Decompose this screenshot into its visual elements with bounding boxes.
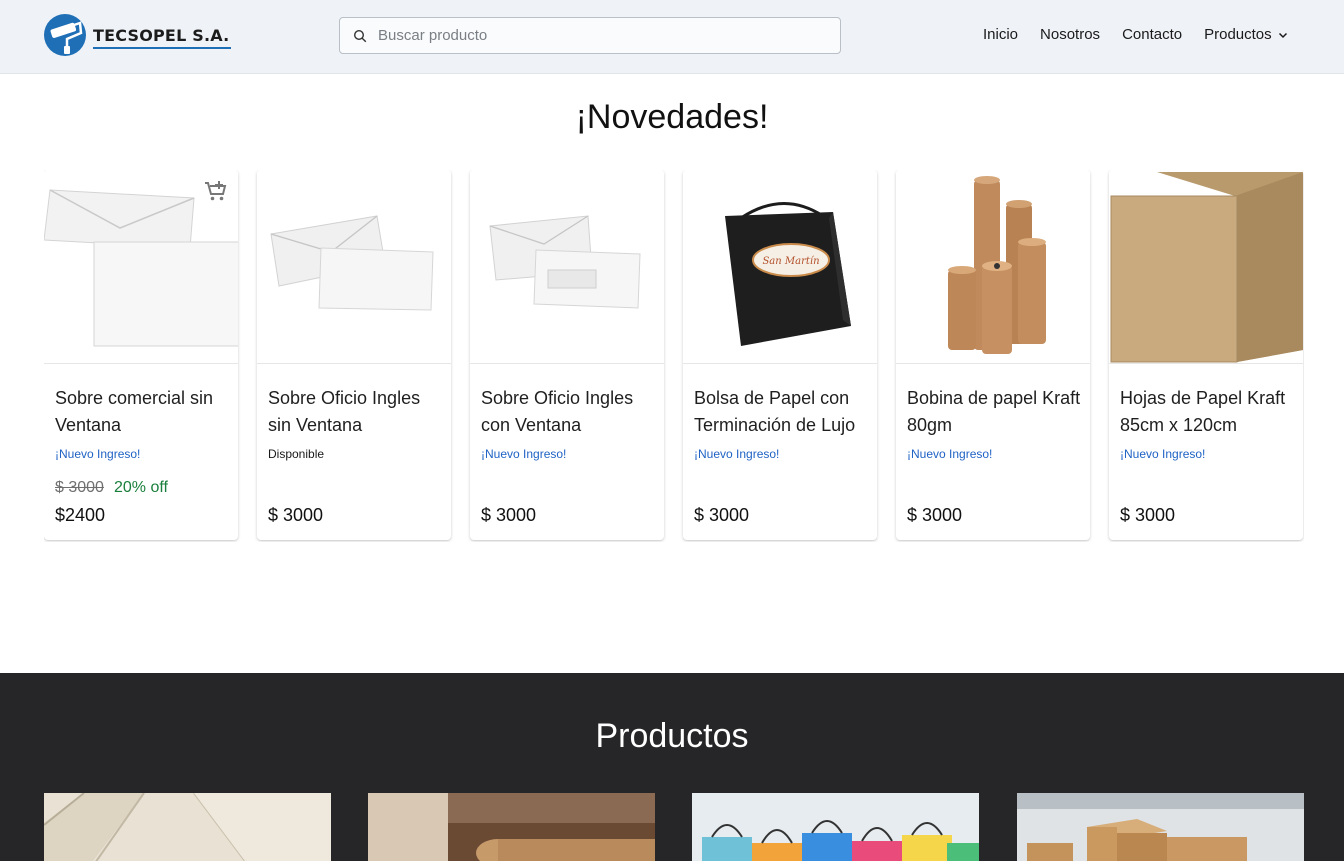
product-card[interactable]: Bobina de papel Kraft 80gm ¡Nuevo Ingres… (896, 170, 1090, 540)
product-price: $ 3000 (1120, 505, 1176, 525)
product-status: ¡Nuevo Ingreso! (1120, 447, 1206, 461)
product-title: Bobina de papel Kraft 80gm (907, 388, 1081, 435)
search-box[interactable] (339, 17, 841, 54)
nav-productos-label: Productos (1204, 26, 1272, 43)
nav-productos-dropdown[interactable]: Productos (1204, 26, 1289, 43)
logo-roller-icon (44, 14, 86, 56)
product-discount: 20% off (114, 479, 168, 496)
product-price: $ 3000 (481, 505, 537, 525)
papel-kraft-image (368, 793, 655, 861)
nav-nosotros[interactable]: Nosotros (1040, 26, 1100, 43)
product-title: Hojas de Papel Kraft 85cm x 120cm (1120, 388, 1286, 435)
product-price: $ 3000 (694, 505, 750, 525)
product-image-envelope (44, 170, 238, 364)
top-header: TECSOPEL S.A. Inicio Nosotros Contacto P… (0, 0, 1344, 74)
product-title: Sobre Oficio Ingles sin Ventana (268, 388, 421, 435)
product-image-envelope (257, 170, 451, 364)
product-price: $ 3000 (268, 505, 324, 525)
main-nav: Inicio Nosotros Contacto Productos (983, 26, 1289, 43)
product-title: Bolsa de Papel con Terminación de Lujo (694, 388, 856, 435)
bolsas-image (692, 793, 979, 861)
product-title: Sobre comercial sin Ventana (55, 388, 214, 435)
sobres-image (44, 793, 331, 861)
category-card-cajas[interactable] (1017, 793, 1304, 861)
bag-label-text: San Martín (762, 256, 819, 267)
search-input[interactable] (378, 27, 818, 44)
brand-name: TECSOPEL S.A. (93, 25, 232, 49)
brand-logo[interactable]: TECSOPEL S.A. (43, 13, 232, 57)
product-card[interactable]: Sobre Oficio Ingles sin Ventana Disponib… (257, 170, 451, 540)
product-old-price: $ 3000 (55, 479, 104, 496)
product-image-bag: San Martín (683, 170, 877, 364)
add-to-cart-icon[interactable] (204, 180, 228, 202)
product-status: ¡Nuevo Ingreso! (907, 447, 993, 461)
search-icon (353, 29, 367, 42)
novedades-carousel: Sobre comercial sin Ventana ¡Nuevo Ingre… (44, 170, 1304, 542)
productos-section: Productos (0, 673, 1344, 861)
product-card[interactable]: Sobre comercial sin Ventana ¡Nuevo Ingre… (44, 170, 238, 540)
nav-contacto[interactable]: Contacto (1122, 26, 1182, 43)
product-image-envelope-window (470, 170, 664, 364)
product-image-kraft-rolls (896, 170, 1090, 364)
chevron-down-icon (1278, 32, 1287, 38)
product-card[interactable]: Sobre Oficio Ingles con Ventana ¡Nuevo I… (470, 170, 664, 540)
novedades-title: ¡Novedades! (575, 98, 769, 136)
product-image-kraft-sheets (1109, 170, 1303, 364)
nav-inicio[interactable]: Inicio (983, 26, 1018, 43)
product-status: ¡Nuevo Ingreso! (481, 447, 567, 461)
productos-title: Productos (595, 717, 749, 755)
product-card[interactable]: Hojas de Papel Kraft 85cm x 120cm ¡Nuevo… (1109, 170, 1303, 540)
category-card-bolsas[interactable] (692, 793, 979, 861)
category-card-sobres[interactable] (44, 793, 331, 861)
product-price: $2400 (55, 505, 106, 525)
product-title: Sobre Oficio Ingles con Ventana (481, 388, 634, 435)
cajas-image (1017, 793, 1304, 861)
product-status: ¡Nuevo Ingreso! (55, 447, 141, 461)
product-price: $ 3000 (907, 505, 963, 525)
product-status: ¡Nuevo Ingreso! (694, 447, 780, 461)
product-status: Disponible (268, 447, 325, 461)
category-card-papel[interactable] (368, 793, 655, 861)
product-card[interactable]: San Martín Bolsa de Papel con Terminació… (683, 170, 877, 540)
